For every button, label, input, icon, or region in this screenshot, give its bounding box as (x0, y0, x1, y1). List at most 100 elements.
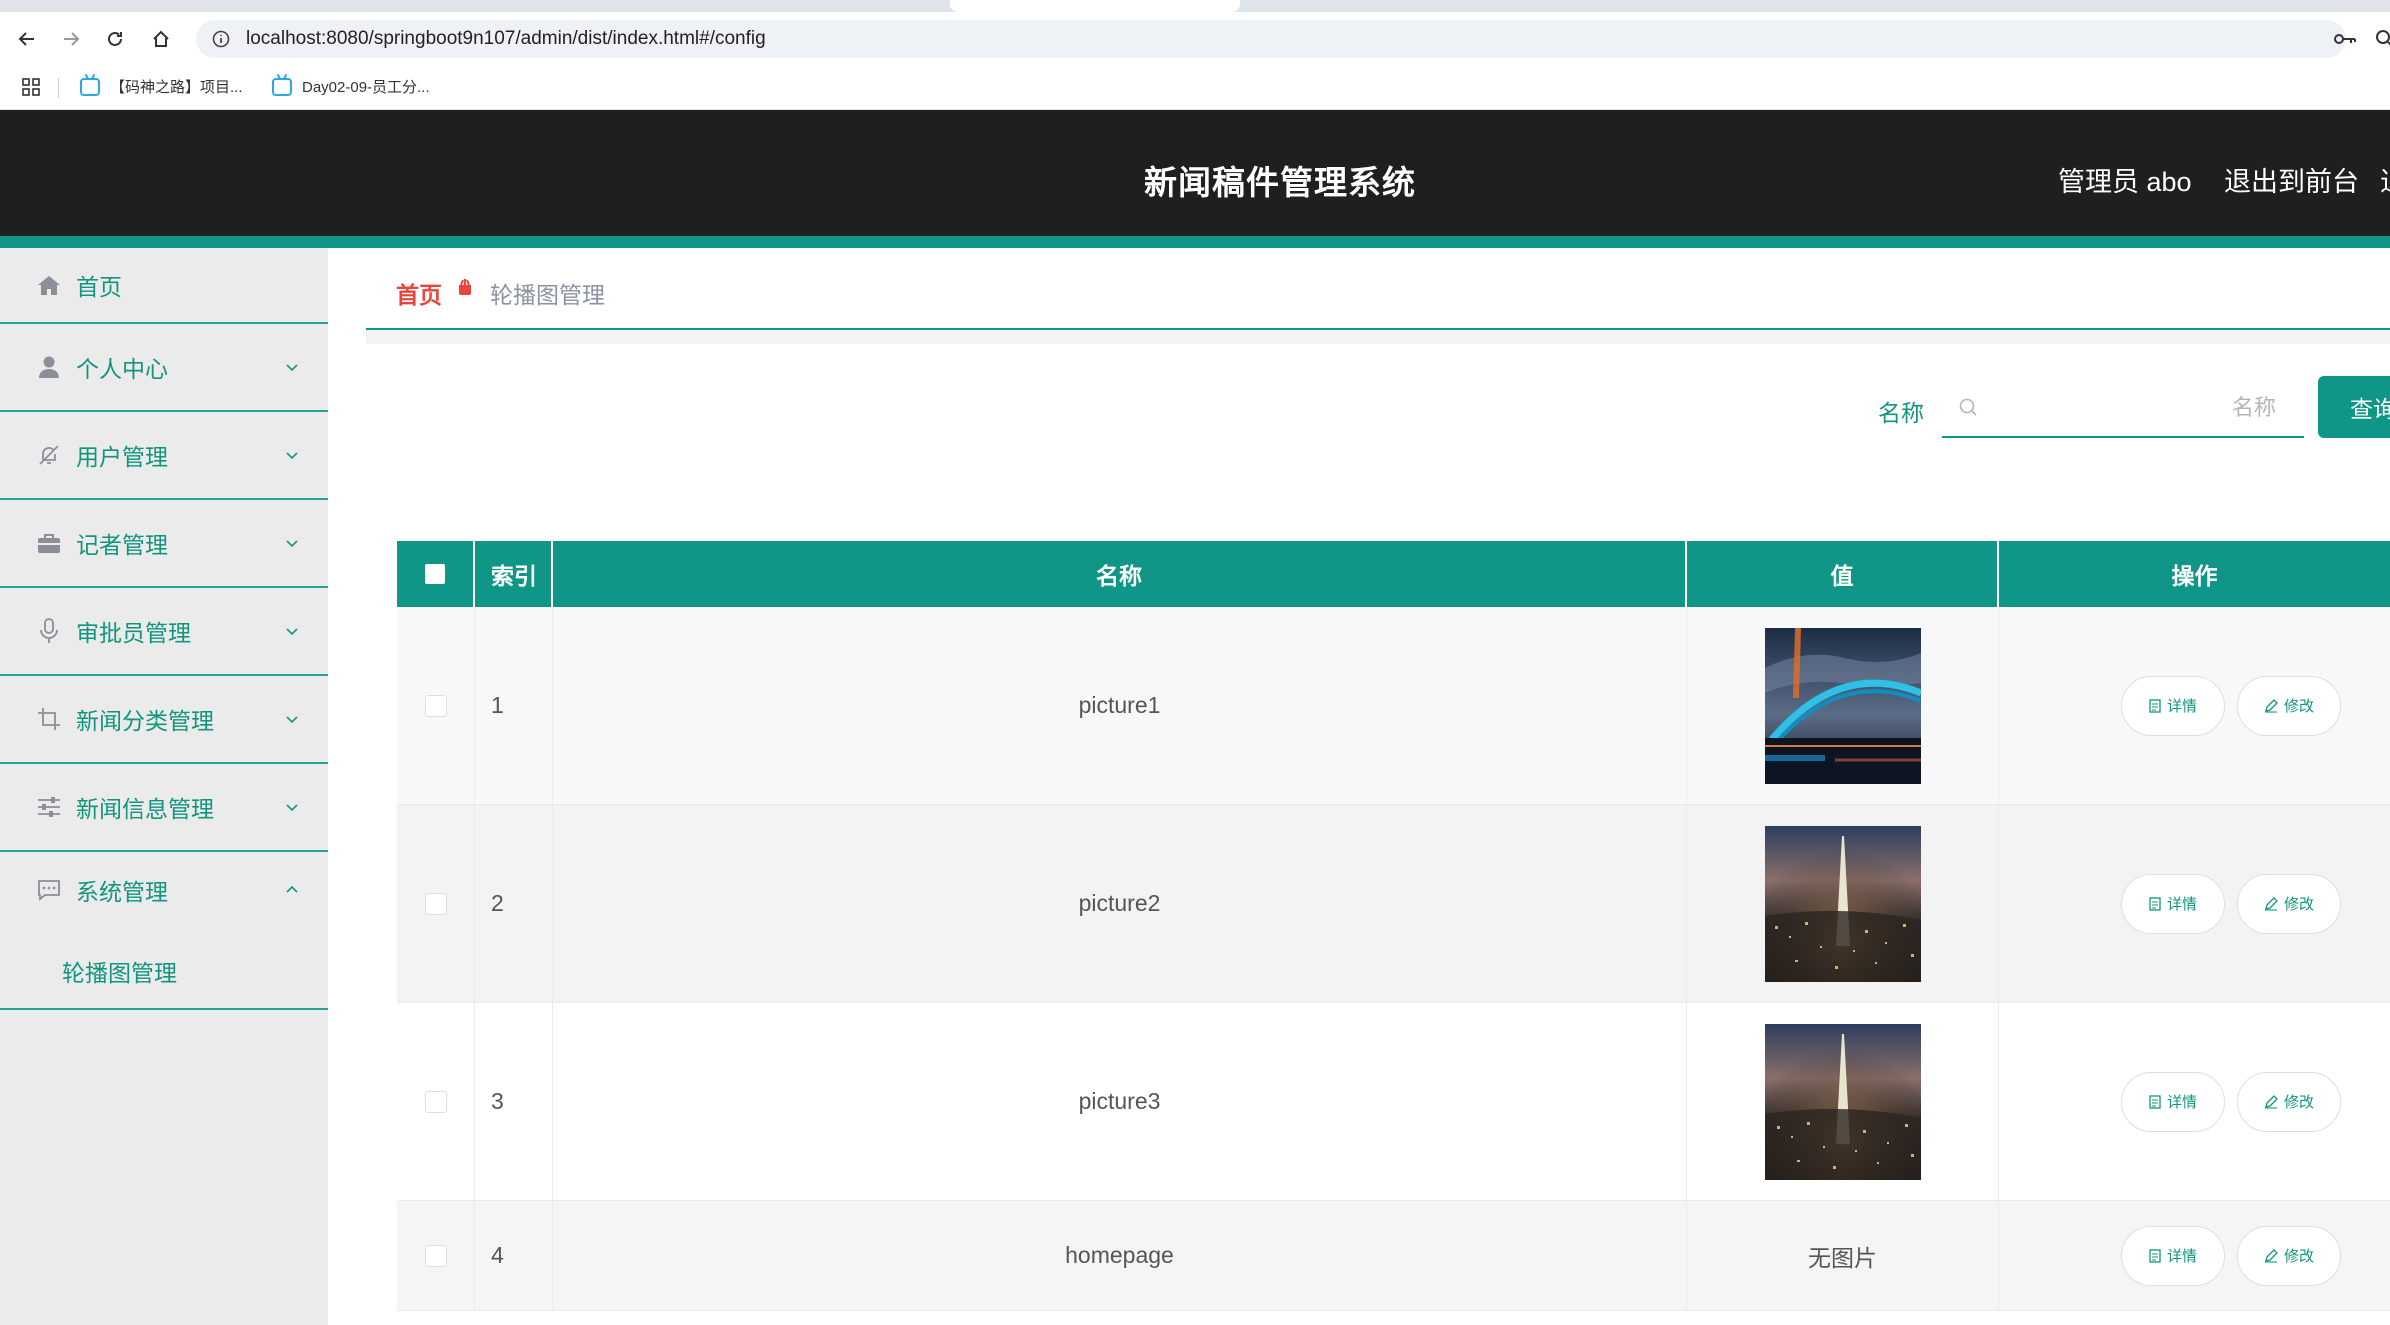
row-value-cell (1687, 805, 1999, 1002)
password-key-icon[interactable] (2330, 24, 2360, 54)
browser-active-tab[interactable] (950, 0, 1240, 12)
detail-button[interactable]: 详情 (2121, 873, 2225, 934)
detail-button[interactable]: 详情 (2121, 675, 2225, 736)
edit-button-label: 修改 (2283, 698, 2314, 715)
bookmarks-bar: 【码神之路】项目... Day02-09-员工分... (0, 64, 2390, 110)
search-label: 名称 (1878, 400, 1924, 426)
chevron-up-icon (284, 882, 300, 898)
row-value: 无图片 (1687, 1201, 1999, 1310)
edit-pencil-icon (2264, 698, 2278, 713)
row-ops-cell: 详情 修改 (1999, 1201, 2390, 1310)
edit-button[interactable]: 修改 (2237, 1225, 2341, 1286)
column-header-ops: 操作 (2171, 563, 2218, 589)
city-tower-night-thumbnail[interactable] (1764, 1023, 1921, 1180)
zoom-icon[interactable] (2370, 24, 2390, 54)
sidebar-item-label: 个人中心 (76, 356, 168, 382)
detail-button-label: 详情 (2166, 896, 2197, 913)
breadcrumb: 首页 轮播图管理 (366, 248, 2390, 330)
home-icon (36, 272, 62, 298)
content-divider (366, 330, 2390, 344)
chevron-down-icon (284, 447, 300, 463)
bilibili-icon (80, 77, 100, 96)
row-checkbox[interactable] (424, 1244, 447, 1267)
row-checkbox-cell (397, 1003, 475, 1200)
sidebar-item-news-category-management[interactable]: 新闻分类管理 (0, 676, 328, 764)
city-tower-night-thumbnail[interactable] (1764, 825, 1921, 982)
bilibili-icon (272, 77, 292, 96)
sidebar-item-approver-management[interactable]: 审批员管理 (0, 588, 328, 676)
row-checkbox[interactable] (424, 694, 447, 717)
breadcrumb-home-link[interactable]: 首页 (396, 276, 442, 310)
breadcrumb-separator-icon (456, 278, 476, 298)
row-index: 1 (475, 607, 553, 804)
row-checkbox-cell (397, 805, 475, 1002)
edit-button[interactable]: 修改 (2237, 873, 2341, 934)
detail-button[interactable]: 详情 (2121, 1225, 2225, 1286)
bridge-night-thumbnail[interactable] (1764, 627, 1921, 784)
bookmark-label: 【码神之路】项目... (110, 79, 243, 96)
breadcrumb-current: 轮播图管理 (490, 282, 605, 308)
row-index: 3 (475, 1003, 553, 1200)
header-overflow-text[interactable]: 退 (2380, 160, 2390, 199)
sidebar-subitem-label: 轮播图管理 (62, 960, 177, 986)
query-button[interactable]: 查询 (2318, 376, 2390, 438)
row-checkbox-cell (397, 607, 475, 804)
sidebar: 首页 个人中心 用户管理 记者管理 审批员管理 新闻分类管理 新闻信息管理 系统… (0, 248, 328, 1325)
sidebar-item-system-management[interactable]: 系统管理 (0, 852, 328, 928)
briefcase-icon (36, 530, 62, 556)
select-all-checkbox[interactable] (425, 564, 445, 584)
sidebar-item-label: 用户管理 (76, 444, 168, 470)
row-ops-cell: 详情 修改 (1999, 1003, 2390, 1200)
sidebar-subitem-carousel-management[interactable]: 轮播图管理 (0, 928, 328, 1010)
app-header: 新闻稿件管理系统 管理员 abo 退出到前台 退 (0, 110, 2390, 236)
sliders-icon (36, 794, 62, 820)
detail-button-label: 详情 (2166, 698, 2197, 715)
edit-button-label: 修改 (2283, 1094, 2314, 1111)
sidebar-item-news-info-management[interactable]: 新闻信息管理 (0, 764, 328, 852)
row-name: homepage (553, 1201, 1687, 1310)
edit-pencil-icon (2264, 1094, 2278, 1109)
apps-grid-icon[interactable] (16, 72, 46, 102)
forward-icon[interactable] (56, 24, 86, 54)
crop-icon (36, 706, 62, 732)
table-header: 索引 名称 值 操作 (397, 541, 2390, 607)
chevron-down-icon (284, 535, 300, 551)
reload-icon[interactable] (100, 24, 130, 54)
sidebar-item-label: 系统管理 (76, 879, 168, 905)
row-checkbox[interactable] (424, 892, 447, 915)
sidebar-item-label: 记者管理 (76, 532, 168, 558)
detail-button-label: 详情 (2166, 1248, 2197, 1265)
site-info-icon[interactable] (212, 30, 230, 48)
edit-button[interactable]: 修改 (2237, 1071, 2341, 1132)
row-checkbox-cell (397, 1201, 475, 1310)
bookmark-item[interactable]: Day02-09-员工分... (272, 76, 430, 97)
detail-button[interactable]: 详情 (2121, 1071, 2225, 1132)
user-icon (36, 354, 62, 380)
logout-to-frontend-link[interactable]: 退出到前台 (2224, 160, 2359, 199)
home-page-icon[interactable] (146, 24, 176, 54)
sidebar-item-personal-center[interactable]: 个人中心 (0, 324, 328, 412)
sidebar-item-reporter-management[interactable]: 记者管理 (0, 500, 328, 588)
table-row: 1 picture1 详情 修改 (397, 607, 2390, 805)
sidebar-item-label: 新闻分类管理 (76, 708, 214, 734)
address-bar[interactable]: localhost:8080/springboot9n107/admin/dis… (196, 20, 2346, 58)
sidebar-item-home[interactable]: 首页 (0, 248, 328, 324)
sidebar-item-label: 审批员管理 (76, 620, 191, 646)
column-header-name[interactable]: 名称 (553, 541, 1687, 607)
row-name: picture3 (553, 1003, 1687, 1200)
row-checkbox[interactable] (424, 1090, 447, 1113)
chevron-down-icon (284, 623, 300, 639)
edit-pencil-icon (2264, 1248, 2278, 1263)
search-input[interactable] (1986, 388, 2286, 428)
browser-tab-strip (0, 0, 2390, 12)
edit-button-label: 修改 (2283, 1248, 2314, 1265)
table-row: 3 picture3 详情 修改 (397, 1003, 2390, 1201)
header-accent-bar (0, 236, 2390, 248)
back-icon[interactable] (12, 24, 42, 54)
column-header-value[interactable]: 值 (1687, 541, 1999, 607)
row-ops-cell: 详情 修改 (1999, 805, 2390, 1002)
edit-button[interactable]: 修改 (2237, 675, 2341, 736)
sidebar-item-user-management[interactable]: 用户管理 (0, 412, 328, 500)
chevron-down-icon (284, 359, 300, 375)
bookmark-item[interactable]: 【码神之路】项目... (80, 76, 243, 97)
